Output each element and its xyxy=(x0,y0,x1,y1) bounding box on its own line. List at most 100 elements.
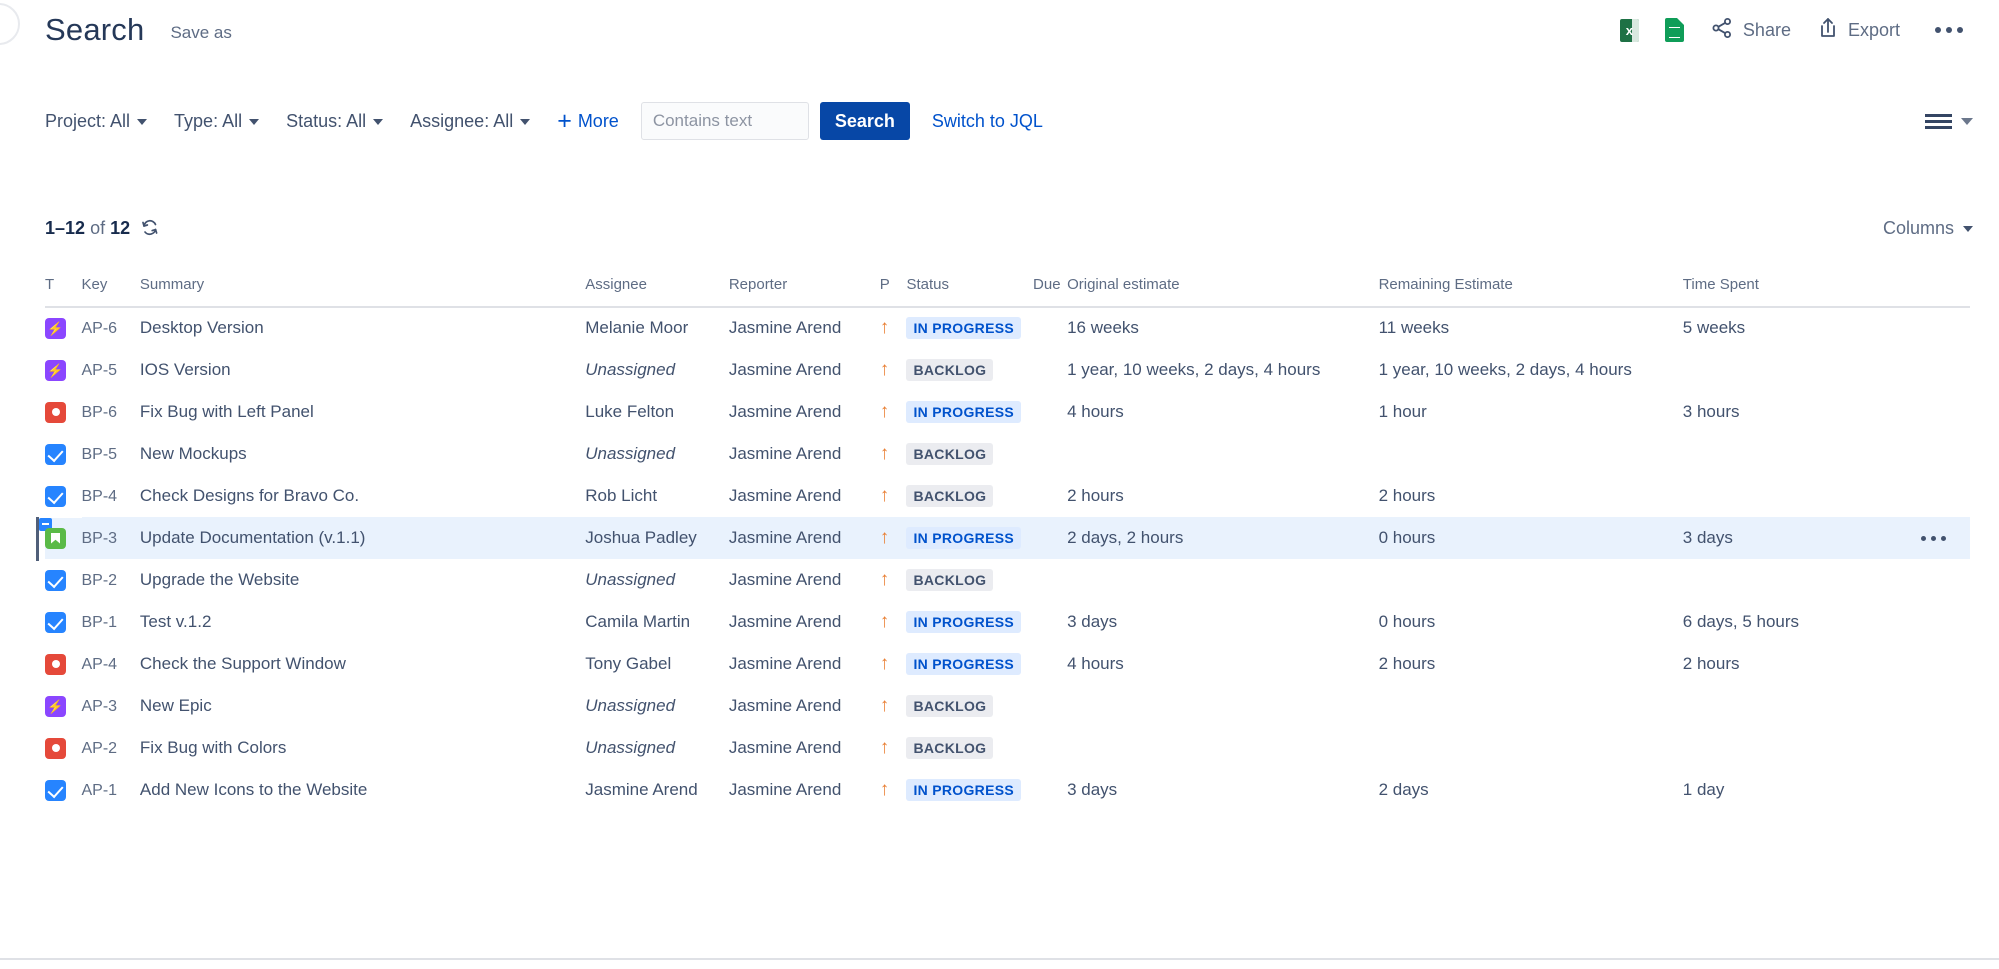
status-badge[interactable]: IN PROGRESS xyxy=(906,653,1021,675)
issue-key-link[interactable]: AP-5 xyxy=(82,362,118,379)
cell-key: BP-2 xyxy=(82,559,140,601)
table-row[interactable]: BP-4Check Designs for Bravo Co.Rob Licht… xyxy=(45,475,1970,517)
issue-summary-link[interactable]: IOS Version xyxy=(140,360,231,379)
column-header-key[interactable]: Key xyxy=(82,276,140,307)
issue-summary-link[interactable]: Upgrade the Website xyxy=(140,570,299,589)
column-header-due[interactable]: Due xyxy=(1033,276,1067,307)
issue-key-link[interactable]: BP-3 xyxy=(82,530,118,547)
issue-key-link[interactable]: BP-4 xyxy=(82,488,118,505)
table-row[interactable]: AP-2Fix Bug with ColorsUnassignedJasmine… xyxy=(45,727,1970,769)
cell-due xyxy=(1033,559,1067,601)
reporter-value: Jasmine Arend xyxy=(729,570,841,589)
issue-key-link[interactable]: AP-4 xyxy=(82,656,118,673)
add-more-filters-button[interactable]: + More xyxy=(557,111,619,132)
cell-summary: IOS Version xyxy=(140,349,585,391)
issue-summary-link[interactable]: Fix Bug with Colors xyxy=(140,738,286,757)
issue-summary-link[interactable]: Add New Icons to the Website xyxy=(140,780,367,799)
status-badge[interactable]: IN PROGRESS xyxy=(906,527,1021,549)
issue-key-link[interactable]: AP-3 xyxy=(82,698,118,715)
status-badge[interactable]: IN PROGRESS xyxy=(906,611,1021,633)
export-button[interactable]: Export xyxy=(1804,10,1913,51)
table-row[interactable]: AP-5IOS VersionUnassignedJasmine Arend↑B… xyxy=(45,349,1970,391)
cell-time-spent: 6 days, 5 hours xyxy=(1683,601,1897,643)
filter-assignee-dropdown[interactable]: Assignee: All xyxy=(410,111,530,132)
cell-status: BACKLOG xyxy=(906,475,1033,517)
assignee-value: Unassigned xyxy=(585,570,675,589)
issue-key-link[interactable]: BP-6 xyxy=(82,404,118,421)
issue-key-link[interactable]: AP-2 xyxy=(82,740,118,757)
column-header-actions xyxy=(1897,276,1970,307)
remaining-estimate-value: 1 year, 10 weeks, 2 days, 4 hours xyxy=(1379,360,1632,379)
status-badge[interactable]: IN PROGRESS xyxy=(906,401,1021,423)
filter-type-dropdown[interactable]: Type: All xyxy=(174,111,259,132)
save-as-link[interactable]: Save as xyxy=(170,17,231,43)
cell-original-estimate: 4 hours xyxy=(1067,643,1379,685)
column-header-original-estimate[interactable]: Original estimate xyxy=(1067,276,1379,307)
issue-summary-link[interactable]: Desktop Version xyxy=(140,318,264,337)
column-header-reporter[interactable]: Reporter xyxy=(729,276,880,307)
status-badge[interactable]: BACKLOG xyxy=(906,359,993,381)
cell-time-spent xyxy=(1683,475,1897,517)
cell-due xyxy=(1033,727,1067,769)
issue-summary-link[interactable]: Test v.1.2 xyxy=(140,612,212,631)
status-badge[interactable]: BACKLOG xyxy=(906,737,993,759)
table-row[interactable]: AP-6Desktop VersionMelanie MoorJasmine A… xyxy=(45,307,1970,349)
issue-key-link[interactable]: BP-2 xyxy=(82,572,118,589)
header-overflow-menu-button[interactable] xyxy=(1913,17,1981,43)
column-header-summary[interactable]: Summary xyxy=(140,276,585,307)
view-layout-toggle[interactable] xyxy=(1925,114,1973,129)
switch-to-jql-link[interactable]: Switch to JQL xyxy=(932,111,1043,132)
table-row[interactable]: BP-5New MockupsUnassignedJasmine Arend↑B… xyxy=(45,433,1970,475)
table-row[interactable]: BP-6Fix Bug with Left PanelLuke FeltonJa… xyxy=(45,391,1970,433)
status-badge[interactable]: BACKLOG xyxy=(906,569,993,591)
cell-type xyxy=(45,685,82,727)
priority-up-arrow-icon: ↑ xyxy=(880,317,890,338)
issue-key-link[interactable]: AP-1 xyxy=(82,782,118,799)
status-badge[interactable]: BACKLOG xyxy=(906,443,993,465)
export-label: Export xyxy=(1848,20,1900,41)
table-row[interactable]: BP-1Test v.1.2Camila MartinJasmine Arend… xyxy=(45,601,1970,643)
column-header-assignee[interactable]: Assignee xyxy=(585,276,729,307)
status-badge[interactable]: BACKLOG xyxy=(906,485,993,507)
story-with-subtask-icon xyxy=(45,527,66,548)
table-row[interactable]: AP-4Check the Support WindowTony GabelJa… xyxy=(45,643,1970,685)
issue-summary-link[interactable]: New Mockups xyxy=(140,444,247,463)
search-submit-button[interactable]: Search xyxy=(820,102,910,140)
priority-up-arrow-icon: ↑ xyxy=(880,359,890,380)
issue-key-link[interactable]: AP-6 xyxy=(82,320,118,337)
cell-assignee: Unassigned xyxy=(585,349,729,391)
issue-summary-link[interactable]: Update Documentation (v.1.1) xyxy=(140,528,366,547)
cell-key: BP-6 xyxy=(82,391,140,433)
table-row[interactable]: BP-3Update Documentation (v.1.1)Joshua P… xyxy=(45,517,1970,559)
filter-project-dropdown[interactable]: Project: All xyxy=(45,111,147,132)
filter-status-dropdown[interactable]: Status: All xyxy=(286,111,383,132)
column-header-status[interactable]: Status xyxy=(906,276,1033,307)
issue-key-link[interactable]: BP-5 xyxy=(82,446,118,463)
cell-key: AP-5 xyxy=(82,349,140,391)
export-excel-button[interactable] xyxy=(1607,13,1652,48)
status-badge[interactable]: IN PROGRESS xyxy=(906,779,1021,801)
table-row[interactable]: AP-3New EpicUnassignedJasmine Arend↑BACK… xyxy=(45,685,1970,727)
share-button[interactable]: Share xyxy=(1697,10,1804,51)
status-badge[interactable]: BACKLOG xyxy=(906,695,993,717)
columns-button[interactable]: Columns xyxy=(1883,218,1973,239)
table-row[interactable]: AP-1 Add New Icons to the Website Jasmine … xyxy=(45,769,1970,811)
issue-summary-link[interactable]: Fix Bug with Left Panel xyxy=(140,402,314,421)
export-google-sheets-button[interactable] xyxy=(1652,12,1697,48)
issue-key-link[interactable]: BP-1 xyxy=(82,614,118,631)
row-actions-button[interactable] xyxy=(1897,536,1970,541)
issue-summary-link[interactable]: Check Designs for Bravo Co. xyxy=(140,486,359,505)
issue-summary-link[interactable]: Check the Support Window xyxy=(140,654,346,673)
contains-text-input[interactable] xyxy=(641,102,809,140)
priority-up-arrow-icon: ↑ xyxy=(880,611,890,632)
issue-summary-link[interactable]: New Epic xyxy=(140,696,212,715)
column-header-remaining-estimate[interactable]: Remaining Estimate xyxy=(1379,276,1683,307)
column-header-type[interactable]: T xyxy=(45,276,82,307)
issue-results-table: T Key Summary Assignee Reporter P Status… xyxy=(45,276,1970,812)
column-header-priority[interactable]: P xyxy=(880,276,907,307)
column-header-time-spent[interactable]: Time Spent xyxy=(1683,276,1897,307)
refresh-icon[interactable] xyxy=(141,219,159,237)
table-row[interactable]: BP-2 Upgrade the Website Unassigned Jasmine… xyxy=(45,559,1970,601)
cell-assignee: Jasmine Arend xyxy=(585,769,729,811)
status-badge[interactable]: IN PROGRESS xyxy=(906,317,1021,339)
